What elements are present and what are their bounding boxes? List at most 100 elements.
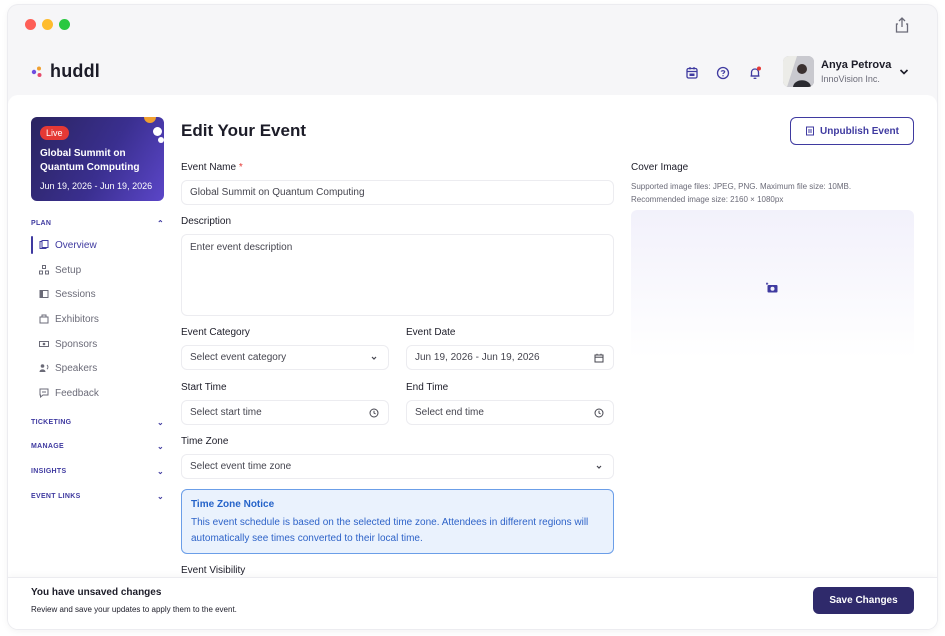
time-zone-placeholder: Select event time zone — [190, 461, 292, 472]
brand-name: huddl — [50, 61, 100, 81]
nav-section-label: EVENT LINKS — [31, 493, 81, 500]
unsaved-changes-bar: You have unsaved changes Review and save… — [8, 577, 937, 629]
document-icon — [806, 126, 815, 136]
clock-icon — [594, 408, 604, 418]
description-placeholder: Enter event description — [190, 242, 293, 253]
sidebar-item-feedback[interactable]: Feedback — [31, 384, 161, 402]
chevron-down-icon — [371, 356, 377, 360]
event-category-placeholder: Select event category — [190, 352, 287, 363]
maximize-window-button[interactable] — [59, 19, 70, 30]
sidebar-item-label: Sessions — [55, 288, 96, 300]
sidebar-item-label: Overview — [55, 239, 97, 251]
sidebar-item-label: Feedback — [55, 387, 99, 399]
nav-section-plan[interactable]: PLAN ⌃ — [31, 219, 164, 228]
event-date-picker[interactable]: Jun 19, 2026 - Jun 19, 2026 — [406, 345, 614, 370]
brand-logo[interactable]: huddl — [30, 61, 100, 82]
event-name-label: Event Name * — [181, 162, 243, 173]
main-panel: Live Global Summit on Quantum Computing … — [8, 95, 937, 629]
close-window-button[interactable] — [25, 19, 36, 30]
event-name-label-text: Event Name — [181, 162, 237, 173]
time-zone-label: Time Zone — [181, 436, 229, 447]
exhibitors-icon — [39, 314, 49, 324]
required-mark: * — [238, 162, 243, 173]
cover-hint-line: Supported image files: JPEG, PNG. Maximu… — [631, 182, 852, 191]
event-summary-card[interactable]: Live Global Summit on Quantum Computing … — [31, 117, 164, 201]
notice-text: This event schedule is based on the sele… — [191, 517, 589, 544]
time-zone-select[interactable]: Select event time zone — [181, 454, 614, 479]
cover-image-label: Cover Image — [631, 162, 689, 173]
start-time-label: Start Time — [181, 382, 227, 393]
user-menu[interactable]: Anya Petrova InnoVision Inc. — [783, 56, 909, 87]
overview-icon — [39, 240, 49, 249]
speakers-icon — [39, 364, 49, 372]
save-changes-button[interactable]: Save Changes — [813, 587, 914, 614]
chevron-down-icon[interactable]: ⌄ — [157, 442, 164, 451]
calendar-icon[interactable] — [684, 65, 700, 81]
start-time-picker[interactable]: Select start time — [181, 400, 389, 425]
sidebar-item-overview[interactable]: Overview — [31, 236, 161, 254]
unpublish-event-button[interactable]: Unpublish Event — [790, 117, 914, 145]
add-photo-icon[interactable] — [766, 282, 778, 293]
app-header: huddl Anya Petrova InnoVision Inc. — [8, 45, 937, 97]
user-name: Anya Petrova — [821, 59, 892, 71]
chevron-up-icon[interactable]: ⌃ — [157, 219, 164, 228]
notice-title: Time Zone Notice — [191, 499, 275, 510]
unpublish-label: Unpublish Event — [820, 125, 899, 137]
nav-section-manage[interactable]: MANAGE ⌄ — [31, 442, 164, 451]
huddl-logo-icon — [31, 66, 42, 77]
description-textarea[interactable]: Enter event description — [181, 234, 614, 316]
nav-section-event-links[interactable]: EVENT LINKS ⌄ — [31, 492, 164, 501]
time-zone-notice: Time Zone Notice This event schedule is … — [181, 489, 614, 554]
sidebar-item-sponsors[interactable]: Sponsors — [31, 335, 161, 353]
title-bar — [8, 5, 937, 45]
sidebar-item-speakers[interactable]: Speakers — [31, 359, 161, 377]
cover-image-hint: Supported image files: JPEG, PNG. Maximu… — [631, 180, 851, 206]
unsaved-title: You have unsaved changes — [31, 587, 162, 598]
sidebar-item-label: Speakers — [55, 362, 98, 374]
clock-icon — [369, 408, 379, 418]
end-time-label: End Time — [406, 382, 449, 393]
chevron-down-icon[interactable] — [899, 68, 909, 76]
user-organization: InnoVision Inc. — [821, 74, 880, 84]
page-title: Edit Your Event — [181, 121, 307, 140]
chevron-down-icon[interactable]: ⌄ — [157, 467, 164, 476]
sidebar-item-label: Sponsors — [55, 338, 98, 350]
sidebar-item-setup[interactable]: Setup — [31, 261, 161, 279]
end-time-picker[interactable]: Select end time — [406, 400, 614, 425]
event-visibility-label: Event Visibility — [181, 565, 246, 576]
event-card-dates: Jun 19, 2026 - Jun 19, 2026 — [40, 181, 153, 191]
event-category-select[interactable]: Select event category — [181, 345, 389, 370]
chevron-down-icon[interactable]: ⌄ — [157, 418, 164, 427]
calendar-icon — [594, 353, 604, 363]
notification-bell-icon[interactable] — [747, 65, 763, 81]
setup-icon — [39, 265, 49, 275]
event-name-input[interactable]: Global Summit on Quantum Computing — [181, 180, 614, 205]
start-time-placeholder: Select start time — [190, 407, 262, 418]
end-time-placeholder: Select end time — [415, 407, 484, 418]
event-card-title: Global Summit on Quantum Computing — [40, 148, 140, 173]
app-window: huddl Anya Petrova InnoVision Inc. Live … — [8, 5, 937, 629]
minimize-window-button[interactable] — [42, 19, 53, 30]
unsaved-subtitle: Review and save your updates to apply th… — [31, 605, 237, 614]
sidebar-item-exhibitors[interactable]: Exhibitors — [31, 310, 161, 328]
nav-section-insights[interactable]: INSIGHTS ⌄ — [31, 467, 164, 476]
sponsors-icon — [39, 341, 49, 347]
sessions-icon — [39, 290, 49, 298]
cover-image-dropzone[interactable] — [631, 210, 914, 358]
nav-section-label: TICKETING — [31, 419, 72, 426]
sidebar-item-sessions[interactable]: Sessions — [31, 285, 161, 303]
description-label: Description — [181, 216, 232, 227]
share-icon[interactable] — [894, 16, 910, 34]
avatar — [783, 56, 814, 87]
chevron-down-icon[interactable]: ⌄ — [157, 492, 164, 501]
event-date-value: Jun 19, 2026 - Jun 19, 2026 — [415, 352, 540, 363]
chevron-down-icon — [596, 465, 602, 469]
nav-section-label: INSIGHTS — [31, 468, 67, 475]
sidebar-item-label: Exhibitors — [55, 313, 99, 325]
nav-section-label: MANAGE — [31, 443, 64, 450]
help-icon[interactable] — [715, 65, 731, 81]
event-name-value: Global Summit on Quantum Computing — [190, 187, 365, 198]
nav-section-ticketing[interactable]: TICKETING ⌄ — [31, 418, 164, 427]
cover-hint-line: Recommended image size: 2160 × 1080px — [631, 195, 784, 204]
nav-section-label: PLAN — [31, 220, 52, 227]
